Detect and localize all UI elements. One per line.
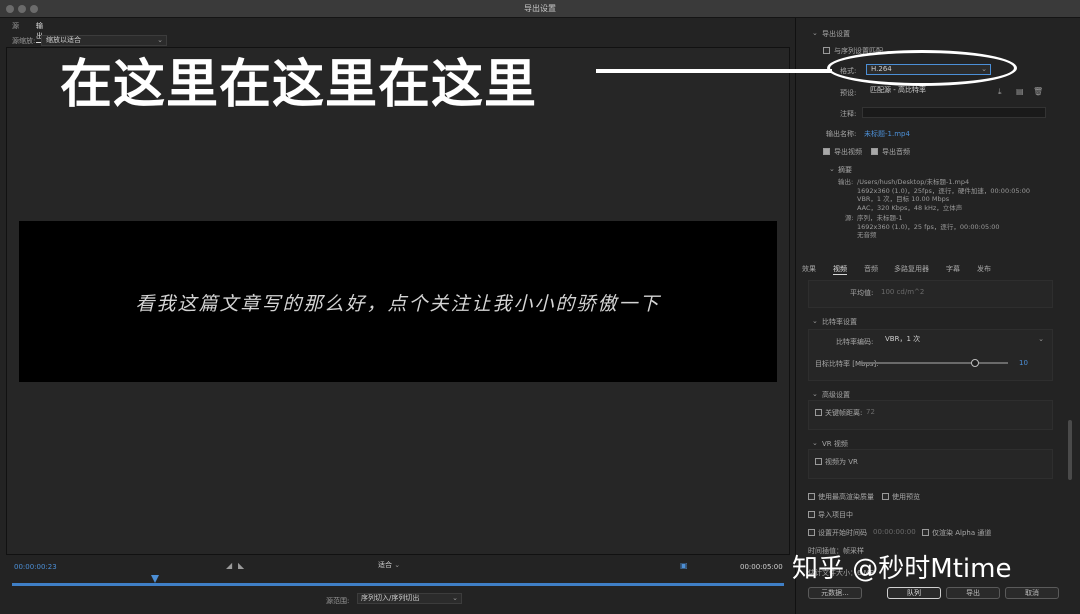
summary-output-line: VBR，1 次，目标 10.00 Mbps [857,195,950,203]
settings-scrollbar[interactable] [1068,420,1072,480]
summary-heading: 摘要 [838,166,852,174]
chevron-down-icon: ⌄ [452,594,458,602]
disclosure-icon[interactable]: ⌄ [812,317,818,325]
start-tc-value[interactable]: 00:00:00:00 [873,528,916,536]
summary-output-line: AAC，320 Kbps，48 kHz，立体声 [857,203,963,212]
watermark-text: 知乎 @秒时Mtime [792,554,1012,584]
bitrate-encoding-label: 比特率编码: [836,338,874,346]
annotation-circle [827,50,1017,86]
keyframe-value: 72 [866,408,875,416]
metadata-button[interactable]: 元数据... [808,587,862,599]
summary-output-label: 输出: [838,178,854,186]
vr-checkbox[interactable] [815,458,822,465]
average-label: 平均值: [850,289,874,297]
vr-heading: VR 视频 [822,440,848,448]
preset-value: 匹配源 - 高比特率 [870,86,926,94]
target-bitrate-knob[interactable] [971,359,979,367]
target-bitrate-value[interactable]: 10 [1019,359,1028,367]
source-scale-label: 源缩放: [12,37,36,45]
disclosure-icon[interactable]: ⌄ [812,29,818,37]
summary-source-line: 无音频 [857,231,877,239]
comment-input[interactable] [862,107,1046,118]
mark-out-icon[interactable]: ◣ [238,561,244,570]
tab-source[interactable]: 源 [12,21,19,31]
video-subtitle: 看我这篇文章写的那么好，点个关注让我小小的骄傲一下 [135,293,661,315]
set-start-tc-checkbox[interactable] [808,529,815,536]
keyframe-checkbox[interactable] [815,409,822,416]
keyframe-label: 关键帧距离: [825,409,863,417]
preset-label: 预设: [840,89,857,97]
summary-output-lines: /Users/hush/Desktop/未标题-1.mp4 1692x360 (… [857,178,1030,212]
set-start-tc-label: 设置开始时间码 [818,529,867,537]
output-name-label: 输出名称: [826,130,857,138]
import-preset-icon[interactable]: ▤ [1016,87,1024,96]
bitrate-heading: 比特率设置 [822,318,857,326]
export-settings-heading: 导出设置 [822,30,850,38]
summary-source-lines: 序列，未标题-1 1692x360 (1.0)，25 fps，逐行，00:00:… [857,214,1000,240]
comment-label: 注释: [840,110,857,118]
tab-audio[interactable]: 音频 [864,264,878,274]
bitrate-encoding-select[interactable]: VBR，1 次 ⌄ [881,335,1047,346]
max-render-label: 使用最高渲染质量 [818,493,874,501]
delete-preset-icon[interactable]: 🗑 [1033,87,1043,96]
export-audio-checkbox[interactable] [871,148,878,155]
queue-button[interactable]: 队列 [887,587,941,599]
playhead[interactable] [151,575,159,583]
chevron-down-icon: ⌄ [394,561,401,569]
average-value: 100 cd/m^2 [881,288,925,296]
source-range-label: 源范围: [326,597,350,605]
summary-disclosure-icon[interactable]: ⌄ [829,165,835,173]
export-button[interactable]: 导出 [946,587,1000,599]
summary-source-line: 序列，未标题-1 [857,214,903,222]
source-range-select[interactable]: 序列切入/序列切出 ⌄ [357,593,462,604]
annotation-text: 在这里在这里在这里 [60,55,538,115]
fit-value: 适合 [378,561,392,569]
save-preset-icon[interactable]: ⤓ [998,87,1002,97]
window-title: 导出设置 [524,4,556,13]
end-timecode: 00:00:05:00 [740,563,783,571]
disclosure-icon[interactable]: ⌄ [812,390,818,398]
tab-captions[interactable]: 字幕 [946,264,960,274]
chevron-down-icon: ⌄ [1038,335,1044,343]
summary-source-line: 1692x360 (1.0)，25 fps，逐行，00:00:05:00 [857,222,1000,231]
bitrate-encoding-value: VBR，1 次 [885,335,921,343]
annotation-line [596,69,832,73]
crop-icon[interactable]: ▣ [680,561,688,570]
preset-select[interactable]: 匹配源 - 高比特率 [866,86,991,97]
summary-output-line: 1692x360 (1.0)，25fps，逐行，硬件加速，00:00:05:00 [857,186,1030,195]
target-bitrate-slider[interactable] [858,362,1008,364]
current-timecode[interactable]: 00:00:00:23 [14,563,57,571]
export-audio-label: 导出音频 [882,148,910,156]
vr-label: 视频为 VR [825,458,858,466]
match-sequence-checkbox[interactable] [823,47,830,54]
use-preview-checkbox[interactable] [882,493,889,500]
timeline-track[interactable] [12,583,784,586]
output-name-link[interactable]: 未标题-1.mp4 [864,129,910,139]
import-project-checkbox[interactable] [808,511,815,518]
export-video-label: 导出视频 [834,148,862,156]
fit-select[interactable]: 适合 ⌄ [378,560,418,571]
import-project-label: 导入项目中 [818,511,853,519]
tab-effects[interactable]: 效果 [802,264,816,274]
source-range-value: 序列切入/序列切出 [361,594,420,602]
advanced-heading: 高级设置 [822,391,850,399]
render-alpha-checkbox[interactable] [922,529,929,536]
title-bar: 导出设置 [0,0,1080,18]
mark-in-icon[interactable]: ◢ [226,561,232,570]
hdr-panel [808,280,1053,308]
tab-video[interactable]: 视频 [833,264,847,275]
max-render-checkbox[interactable] [808,493,815,500]
export-settings-window: 导出设置 源 输出 源缩放: 缩放以适合 ⌄ 看我这篇文章写的那么好，点个关注让我… [0,0,1080,614]
summary-output-line: /Users/hush/Desktop/未标题-1.mp4 [857,178,970,186]
disclosure-icon[interactable]: ⌄ [812,439,818,447]
use-preview-label: 使用预览 [892,493,920,501]
tab-publish[interactable]: 发布 [977,264,991,274]
target-bitrate-label: 目标比特率 [Mbps]: [815,360,879,368]
summary-source-label: 源: [845,214,854,222]
tab-multiplexer[interactable]: 多路复用器 [894,264,929,274]
cancel-button[interactable]: 取消 [1005,587,1059,599]
render-alpha-label: 仅渲染 Alpha 通道 [932,529,992,537]
video-frame: 看我这篇文章写的那么好，点个关注让我小小的骄傲一下 [19,221,777,382]
export-video-checkbox[interactable] [823,148,830,155]
